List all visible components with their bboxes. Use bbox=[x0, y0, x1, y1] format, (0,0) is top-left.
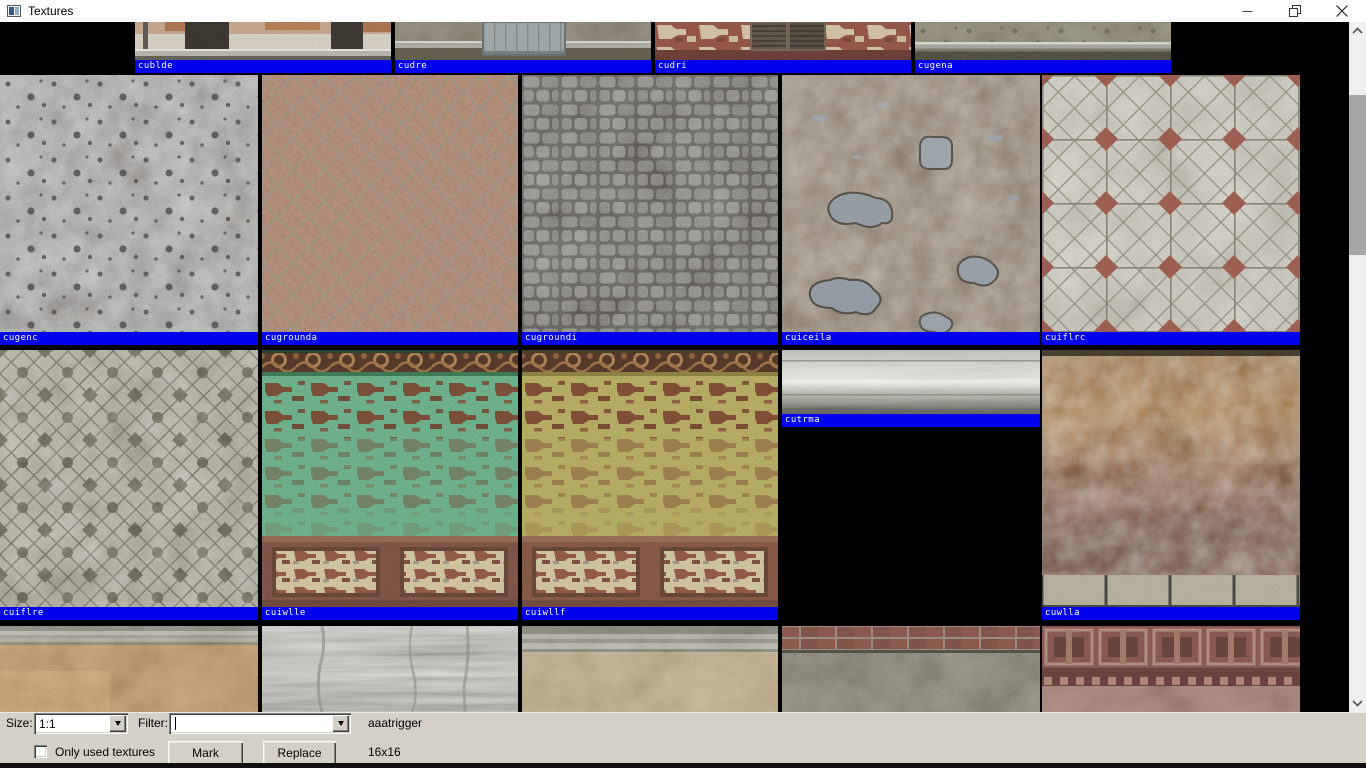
texture-name-label: cublde bbox=[135, 60, 391, 73]
texture-thumbnail bbox=[782, 350, 1040, 414]
texture-tile-cuiwlle[interactable]: cuiwlle bbox=[262, 350, 518, 620]
texture-tile-cugroundi[interactable]: cugroundi bbox=[522, 75, 778, 345]
size-label: Size: bbox=[6, 716, 33, 730]
filter-label: Filter: bbox=[138, 716, 168, 730]
scroll-up-button[interactable] bbox=[1349, 22, 1366, 39]
filter-input[interactable] bbox=[172, 716, 324, 731]
texture-thumbnail bbox=[782, 626, 1040, 712]
bottom-black-strip bbox=[0, 763, 1366, 768]
texture-thumbnail bbox=[0, 626, 258, 712]
texture-tile-cuwlla[interactable]: cuwlla bbox=[1042, 350, 1300, 620]
texture-tile-cuiwllf[interactable]: cuiwllf bbox=[522, 350, 778, 620]
dropdown-arrow-icon bbox=[338, 721, 344, 726]
texture-thumbnail bbox=[1042, 75, 1300, 332]
texture-tile-cugenc[interactable]: cugenc bbox=[0, 75, 258, 345]
texture-name-label: cuwlla bbox=[1042, 607, 1300, 620]
texture-tile-partial-5[interactable] bbox=[1042, 626, 1300, 712]
selected-texture-size: 16x16 bbox=[368, 745, 401, 759]
restore-button[interactable] bbox=[1272, 0, 1317, 22]
texture-tile-cublde[interactable]: cublde bbox=[135, 22, 391, 73]
texture-name-label: cuiwlle bbox=[262, 607, 518, 620]
filter-combobox[interactable] bbox=[169, 713, 351, 734]
dropdown-arrow-icon bbox=[115, 721, 121, 726]
texture-name-label: cuiflrc bbox=[1042, 332, 1300, 345]
texture-name-label: cugena bbox=[915, 60, 1171, 73]
texture-name-label: cutrma bbox=[782, 414, 1040, 427]
texture-thumbnail bbox=[262, 75, 518, 332]
texture-thumbnail bbox=[395, 22, 651, 60]
size-dropdown-button[interactable] bbox=[109, 715, 126, 732]
texture-name-label: cuiwllf bbox=[522, 607, 778, 620]
texture-thumbnail bbox=[262, 626, 518, 712]
texture-tile-cuiflre[interactable]: cuiflre bbox=[0, 350, 258, 620]
texture-thumbnail bbox=[655, 22, 911, 60]
scroll-down-button[interactable] bbox=[1349, 695, 1366, 712]
mark-button[interactable]: Mark bbox=[168, 741, 243, 765]
texture-tile-cuiceila[interactable]: cuiceila bbox=[782, 75, 1040, 345]
texture-name-label: cudre bbox=[395, 60, 651, 73]
texture-thumbnail bbox=[782, 75, 1040, 332]
replace-button[interactable]: Replace bbox=[263, 741, 336, 765]
texture-tile-cugena[interactable]: cugena bbox=[915, 22, 1171, 73]
texture-thumbnail bbox=[135, 22, 391, 60]
texture-name-label: cugroundi bbox=[522, 332, 778, 345]
texture-thumbnail bbox=[0, 75, 258, 332]
texture-thumbnail bbox=[522, 350, 778, 607]
size-select[interactable]: 1:1 bbox=[34, 713, 128, 734]
texture-name-label: cugenc bbox=[0, 332, 258, 345]
close-icon bbox=[1336, 5, 1348, 17]
title-bar: Textures bbox=[0, 0, 1366, 22]
texture-name-label: cuiflre bbox=[0, 607, 258, 620]
restore-icon bbox=[1289, 5, 1301, 17]
window-title: Textures bbox=[28, 4, 73, 18]
texture-tile-partial-3[interactable] bbox=[522, 626, 778, 712]
vertical-scrollbar[interactable] bbox=[1349, 22, 1366, 712]
texture-thumbnail bbox=[522, 626, 778, 712]
texture-name-label: cugrounda bbox=[262, 332, 518, 345]
only-used-label: Only used textures bbox=[55, 745, 155, 759]
app-icon bbox=[7, 4, 21, 18]
text-caret bbox=[175, 717, 176, 730]
texture-thumbnail bbox=[262, 350, 518, 607]
scrollbar-thumb[interactable] bbox=[1349, 95, 1366, 255]
texture-tile-cudre[interactable]: cudre bbox=[395, 22, 651, 73]
texture-tile-partial-2[interactable] bbox=[262, 626, 518, 712]
texture-thumbnail bbox=[1042, 626, 1300, 712]
texture-tile-partial-4[interactable] bbox=[782, 626, 1040, 712]
size-value: 1:1 bbox=[39, 717, 56, 731]
texture-grid: cublde cudre cudri bbox=[0, 22, 1349, 712]
only-used-checkbox[interactable] bbox=[34, 745, 47, 758]
texture-tile-cudri[interactable]: cudri bbox=[655, 22, 911, 73]
chevron-up-icon bbox=[1351, 26, 1364, 35]
texture-thumbnail bbox=[1042, 350, 1300, 607]
texture-tile-cuiflrc[interactable]: cuiflrc bbox=[1042, 75, 1300, 345]
minimize-button[interactable] bbox=[1225, 0, 1270, 22]
texture-tile-partial-1[interactable] bbox=[0, 626, 258, 712]
texture-thumbnail bbox=[522, 75, 778, 332]
chevron-down-icon bbox=[1351, 699, 1364, 708]
filter-dropdown-button[interactable] bbox=[332, 715, 349, 732]
texture-thumbnail bbox=[915, 22, 1171, 60]
selected-texture-name: aaatrigger bbox=[368, 716, 422, 730]
minimize-icon bbox=[1242, 6, 1253, 17]
texture-name-label: cudri bbox=[655, 60, 911, 73]
texture-thumbnail bbox=[0, 350, 258, 607]
texture-name-label: cuiceila bbox=[782, 332, 1040, 345]
texture-tile-cugrounda[interactable]: cugrounda bbox=[262, 75, 518, 345]
texture-tile-cutrma[interactable]: cutrma bbox=[782, 350, 1040, 427]
close-button[interactable] bbox=[1319, 0, 1364, 22]
